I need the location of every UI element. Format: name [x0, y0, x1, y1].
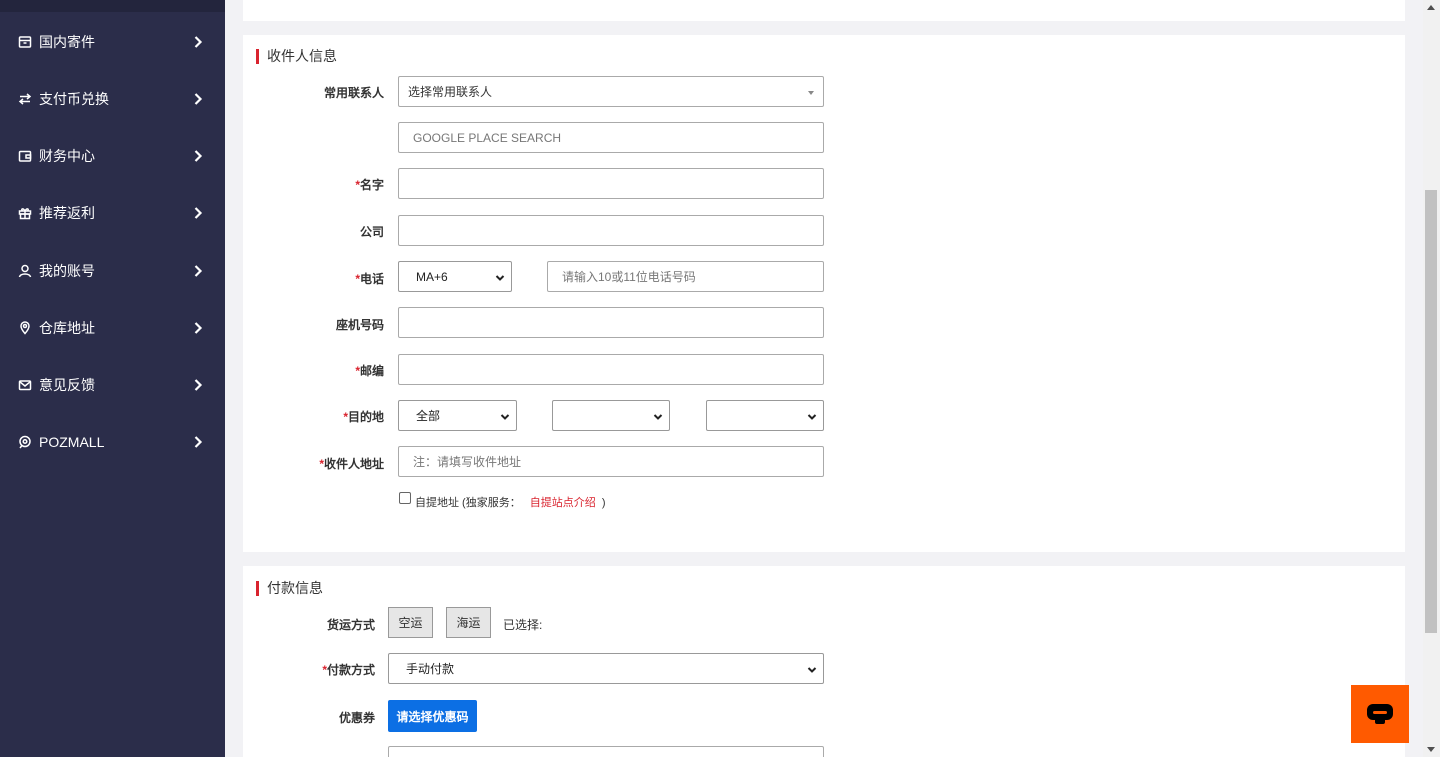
phone-label: *电话: [355, 272, 384, 286]
select-coupon-button[interactable]: 请选择优惠码: [388, 700, 477, 732]
phone-placeholder: 请输入10或11位电话号码: [562, 270, 696, 284]
previous-section-card: [243, 0, 1405, 21]
sidebar-item-feedback[interactable]: 意见反馈: [0, 365, 225, 405]
gift-icon: [18, 206, 32, 220]
sidebar-item-referral-rebate[interactable]: 推荐返利: [0, 193, 225, 233]
chevron-right-icon: [191, 264, 205, 278]
pozmall-icon: [18, 435, 32, 449]
recipient-info-card: 收件人信息 常用联系人 选择常用联系人 GOOGLE PLACE SEARCH …: [243, 35, 1405, 552]
chevron-down-icon: [807, 411, 817, 421]
sidebar-item-warehouse-address[interactable]: 仓库地址: [0, 308, 225, 348]
sea-freight-button[interactable]: 海运: [446, 607, 491, 638]
destination-city-select[interactable]: [706, 400, 824, 431]
destination-state-select[interactable]: [552, 400, 670, 431]
sidebar-item-finance-center[interactable]: 财务中心: [0, 136, 225, 176]
destination-value: 全部: [416, 409, 441, 423]
chevron-right-icon: [191, 378, 205, 392]
sidebar-item-label: 国内寄件: [39, 34, 95, 50]
zip-label: *邮编: [355, 364, 384, 378]
chevron-down-icon: [500, 411, 510, 421]
zip-input[interactable]: [398, 354, 824, 385]
sidebar-item-label: 我的账号: [39, 263, 95, 279]
sidebar-item-label: 推荐返利: [39, 205, 95, 221]
caret-down-icon: [808, 91, 814, 95]
user-icon: [18, 264, 32, 278]
chat-bubble-icon: [1367, 704, 1393, 724]
chevron-right-icon: [191, 435, 205, 449]
company-label: 公司: [359, 225, 384, 239]
sidebar-item-my-account[interactable]: 我的账号: [0, 251, 225, 291]
address-input[interactable]: 注：请填写收件地址: [398, 446, 824, 477]
wallet-icon: [18, 149, 32, 163]
exchange-icon: [18, 92, 32, 106]
coupon-label: 优惠券: [338, 711, 375, 725]
sidebar-item-label: 仓库地址: [39, 320, 95, 336]
company-input[interactable]: [398, 215, 824, 246]
destination-label: *目的地: [343, 410, 384, 424]
chevron-down-icon: [653, 411, 663, 421]
mail-icon: [18, 378, 32, 392]
sidebar: 国内寄件 支付币兑换 财务中心 推荐返利 我的账号 仓库地址 意见反馈 POZM…: [0, 0, 225, 757]
chevron-down-icon: [495, 272, 505, 282]
sidebar-item-label: POZMALL: [39, 434, 105, 450]
payment-method-value: 手动付款: [406, 662, 455, 676]
scrollbar-thumb[interactable]: [1425, 190, 1437, 633]
location-pin-icon: [18, 321, 32, 335]
phone-country-code-select[interactable]: MA+6: [398, 261, 512, 292]
sidebar-top-strip: [0, 0, 225, 12]
sidebar-item-pozmall[interactable]: POZMALL: [0, 422, 225, 462]
chevron-right-icon: [191, 92, 205, 106]
payment-method-label: *付款方式: [322, 663, 375, 677]
contact-label: 常用联系人: [323, 86, 384, 100]
chat-widget-button[interactable]: [1351, 685, 1409, 743]
landline-input[interactable]: [398, 307, 824, 338]
address-label: *收件人地址: [319, 457, 384, 471]
sidebar-item-domestic-shipping[interactable]: 国内寄件: [0, 22, 225, 62]
pickup-station-link[interactable]: 自提站点介绍: [530, 497, 596, 509]
name-input[interactable]: [398, 168, 824, 199]
place-search-placeholder: GOOGLE PLACE SEARCH: [413, 130, 562, 145]
page-scrollbar[interactable]: [1423, 0, 1440, 757]
contact-select[interactable]: 选择常用联系人: [398, 76, 824, 107]
sidebar-item-label: 意见反馈: [39, 377, 95, 393]
section-title-payment: 付款信息: [256, 581, 323, 596]
section-title-recipient: 收件人信息: [256, 49, 337, 64]
contact-select-value: 选择常用联系人: [408, 85, 493, 99]
chevron-right-icon: [191, 206, 205, 220]
chevron-right-icon: [191, 149, 205, 163]
landline-label: 座机号码: [335, 318, 384, 332]
sidebar-item-label: 支付币兑换: [39, 91, 109, 107]
selected-shipping-text: 已选择:: [503, 618, 543, 632]
google-place-search-input[interactable]: GOOGLE PLACE SEARCH: [398, 122, 824, 153]
sidebar-item-label: 财务中心: [39, 148, 95, 164]
air-freight-button[interactable]: 空运: [388, 607, 433, 638]
name-label: *名字: [355, 178, 384, 192]
pickup-text: 自提地址 (独家服务： 自提站点介绍 ): [415, 497, 606, 509]
phone-code-value: MA+6: [416, 269, 448, 284]
payment-info-card: 付款信息 货运方式 空运 海运 已选择: *付款方式 手动付款 优惠券 请选择优…: [243, 566, 1405, 757]
next-field-partial[interactable]: [388, 746, 824, 757]
scroll-up-arrow-icon[interactable]: [1427, 5, 1435, 10]
scroll-down-arrow-icon[interactable]: [1427, 747, 1435, 752]
sidebar-item-currency-exchange[interactable]: 支付币兑换: [0, 79, 225, 119]
payment-method-select[interactable]: 手动付款: [388, 653, 824, 684]
phone-number-input[interactable]: 请输入10或11位电话号码: [547, 261, 824, 292]
package-icon: [18, 35, 32, 49]
chevron-down-icon: [807, 664, 817, 674]
destination-country-select[interactable]: 全部: [398, 400, 517, 431]
chevron-right-icon: [191, 35, 205, 49]
shipping-method-label: 货运方式: [326, 618, 375, 632]
chevron-right-icon: [191, 321, 205, 335]
address-placeholder: 注：请填写收件地址: [413, 455, 522, 469]
pickup-checkbox[interactable]: [399, 492, 411, 504]
